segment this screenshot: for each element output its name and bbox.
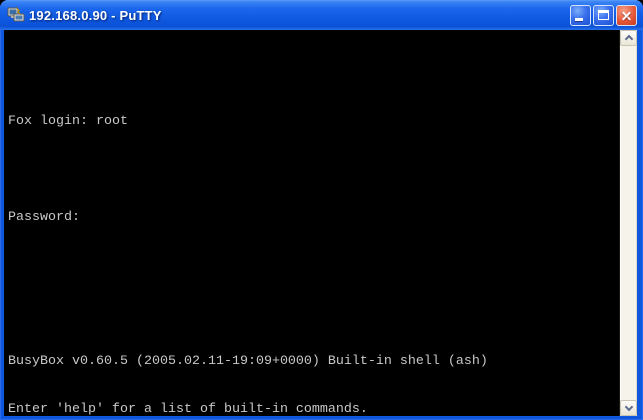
minimize-icon — [575, 18, 583, 21]
scrollbar-thumb[interactable] — [620, 46, 637, 400]
titlebar[interactable]: 192.168.0.90 - PuTTY — [0, 0, 643, 30]
terminal-line — [8, 258, 619, 274]
terminal[interactable]: Fox login: root Password: BusyBox v0.60.… — [4, 30, 619, 416]
terminal-line — [8, 66, 619, 82]
maximize-icon — [598, 10, 609, 20]
close-button[interactable] — [616, 5, 637, 26]
minimize-button[interactable] — [570, 5, 591, 26]
client-area: Fox login: root Password: BusyBox v0.60.… — [4, 30, 637, 416]
terminal-line-help: Enter 'help' for a list of built-in comm… — [8, 402, 619, 416]
scroll-down-button[interactable] — [620, 400, 637, 416]
terminal-line-password: Password: — [8, 210, 619, 226]
putty-window: 192.168.0.90 - PuTTY Fox login: root Pas… — [0, 0, 643, 420]
terminal-line-busybox: BusyBox v0.60.5 (2005.02.11-19:09+0000) … — [8, 354, 619, 370]
terminal-line — [8, 306, 619, 322]
chevron-down-icon — [625, 403, 633, 411]
maximize-button[interactable] — [593, 5, 614, 26]
terminal-line — [8, 162, 619, 178]
scroll-up-button[interactable] — [620, 30, 637, 46]
chevron-up-icon — [625, 35, 633, 43]
putty-app-icon[interactable] — [7, 6, 25, 24]
window-controls — [570, 5, 637, 26]
scrollbar[interactable] — [619, 30, 637, 416]
window-title: 192.168.0.90 - PuTTY — [29, 8, 570, 23]
terminal-line-login: Fox login: root — [8, 114, 619, 130]
